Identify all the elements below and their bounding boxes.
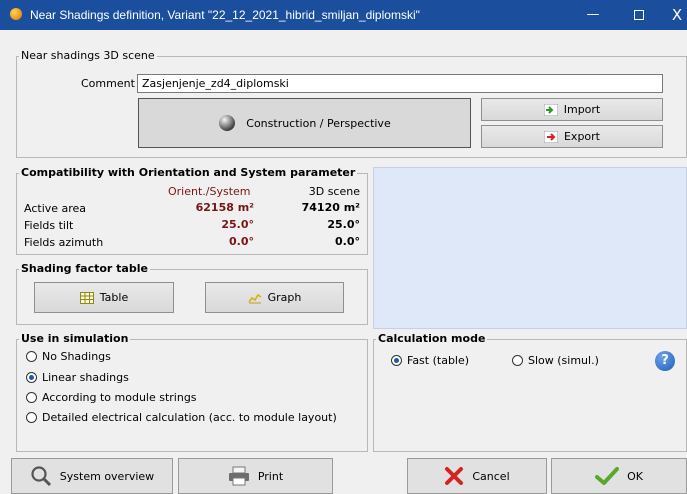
- maximize-button[interactable]: [616, 0, 662, 30]
- scene-legend: Near shadings 3D scene: [21, 49, 155, 62]
- fields-tilt-orient-value: 25.0°: [221, 218, 254, 231]
- calculation-mode-group: Calculation mode: [373, 333, 687, 452]
- radio-detailed-electrical[interactable]: [26, 412, 37, 423]
- import-arrow-icon: [543, 103, 558, 116]
- cancel-button[interactable]: Cancel: [407, 458, 547, 494]
- comment-input[interactable]: Zasjenjenje_zd4_diplomski: [137, 74, 663, 93]
- graph-button[interactable]: Graph: [205, 282, 344, 313]
- app-icon: [10, 8, 22, 20]
- cancel-x-icon: [445, 467, 464, 485]
- fields-tilt-scene-value: 25.0°: [327, 218, 360, 231]
- calculation-mode-legend: Calculation mode: [378, 332, 486, 345]
- row-label-fields-azimuth: Fields azimuth: [24, 236, 104, 249]
- radio-no-shadings[interactable]: [26, 351, 37, 362]
- graph-icon: [247, 293, 262, 303]
- construction-perspective-button[interactable]: Construction / Perspective: [138, 98, 471, 148]
- maximize-icon: [634, 9, 644, 20]
- col-header-orient: Orient./System: [168, 185, 251, 198]
- radio-slow-simul[interactable]: [512, 355, 523, 366]
- row-label-fields-tilt: Fields tilt: [24, 219, 74, 232]
- row-label-active-area: Active area: [24, 202, 87, 215]
- help-icon[interactable]: ?: [655, 351, 675, 371]
- export-arrow-icon: [543, 130, 558, 143]
- sphere-icon: [219, 115, 236, 131]
- active-area-scene-value: 74120 m²: [301, 201, 360, 214]
- option-detailed-electrical-label: Detailed electrical calculation (acc. to…: [42, 411, 337, 424]
- active-area-orient-value: 62158 m²: [195, 201, 254, 214]
- window-title: Near Shadings definition, Variant "22_12…: [30, 8, 420, 22]
- option-module-strings-label: According to module strings: [42, 391, 197, 404]
- comment-label: Comment: [81, 77, 135, 90]
- magnifier-icon: [31, 466, 51, 487]
- close-button[interactable]: X: [662, 0, 687, 30]
- slow-simul-label: Slow (simul.): [528, 354, 599, 367]
- fields-azimuth-orient-value: 0.0°: [229, 235, 254, 248]
- cancel-label: Cancel: [472, 469, 510, 483]
- ok-label: OK: [627, 469, 643, 483]
- export-button[interactable]: Export: [481, 125, 663, 148]
- compatibility-legend: Compatibility with Orientation and Syste…: [21, 166, 356, 179]
- graph-label: Graph: [267, 291, 302, 304]
- radio-fast-table[interactable]: [391, 355, 402, 366]
- fast-table-label: Fast (table): [407, 354, 470, 367]
- title-bar: Near Shadings definition, Variant "22_12…: [0, 0, 687, 30]
- option-linear-shadings-label: Linear shadings: [42, 371, 129, 384]
- table-button[interactable]: Table: [34, 282, 174, 313]
- export-label: Export: [563, 130, 600, 143]
- construction-label: Construction / Perspective: [246, 116, 391, 130]
- option-no-shadings-label: No Shadings: [42, 350, 111, 363]
- fields-azimuth-scene-value: 0.0°: [335, 235, 360, 248]
- scene-preview[interactable]: [373, 167, 687, 329]
- check-icon: [595, 467, 620, 485]
- use-in-simulation-legend: Use in simulation: [21, 332, 129, 345]
- print-label: Print: [257, 469, 284, 483]
- print-button[interactable]: Print: [178, 458, 333, 494]
- printer-icon: [228, 466, 249, 486]
- col-header-scene: 3D scene: [308, 185, 360, 198]
- shading-factor-legend: Shading factor table: [21, 262, 148, 275]
- system-overview-label: System overview: [59, 469, 155, 483]
- ok-button[interactable]: OK: [551, 458, 687, 494]
- table-icon: [79, 291, 94, 304]
- table-label: Table: [99, 291, 129, 304]
- import-button[interactable]: Import: [481, 98, 663, 121]
- radio-module-strings[interactable]: [26, 392, 37, 403]
- minimize-button[interactable]: —: [570, 0, 616, 30]
- radio-linear-shadings[interactable]: [26, 372, 37, 383]
- system-overview-button[interactable]: System overview: [11, 458, 173, 494]
- import-label: Import: [563, 103, 601, 116]
